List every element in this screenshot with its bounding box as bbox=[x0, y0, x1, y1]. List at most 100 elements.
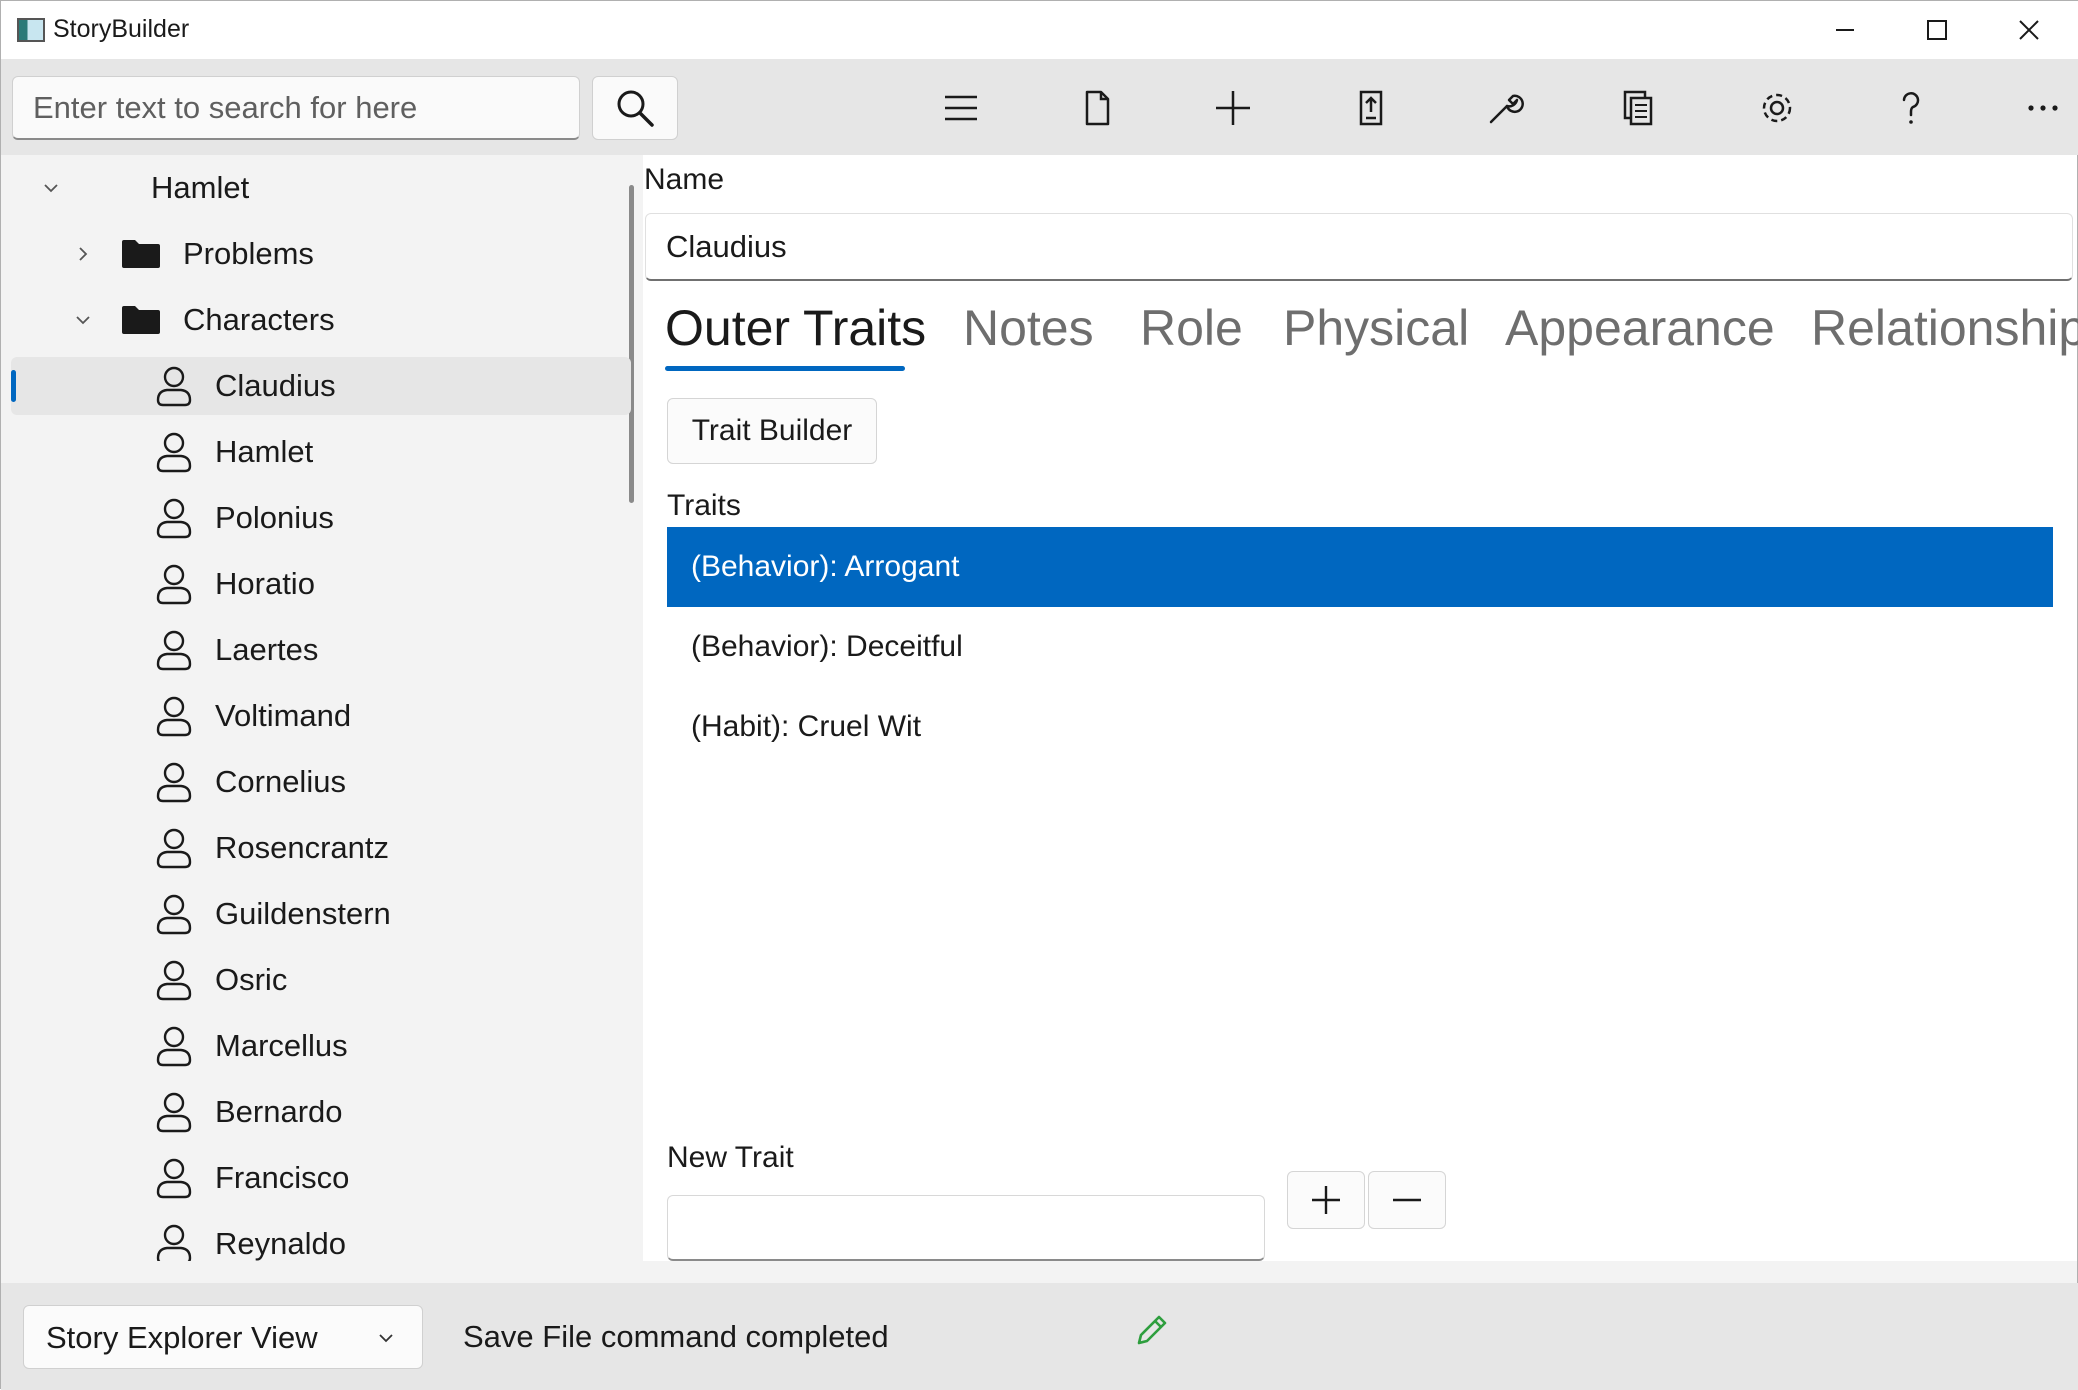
tree-item-label: Claudius bbox=[215, 368, 336, 403]
chevron-right-icon[interactable] bbox=[73, 244, 93, 264]
person-icon bbox=[156, 696, 192, 737]
tab-role[interactable]: Role bbox=[1140, 299, 1243, 357]
tab-notes[interactable]: Notes bbox=[963, 299, 1094, 357]
folder-icon bbox=[122, 306, 160, 334]
tree-item-character[interactable]: Guildenstern bbox=[11, 885, 631, 943]
tab-physical[interactable]: Physical bbox=[1283, 299, 1469, 357]
tab-appearance[interactable]: Appearance bbox=[1505, 299, 1775, 357]
tab-outer-traits[interactable]: Outer Traits bbox=[665, 299, 926, 357]
story-explorer-tree: Hamlet Problems Characters Claudius Haml… bbox=[1, 155, 643, 1261]
new-file-icon bbox=[1085, 90, 1110, 126]
person-icon bbox=[156, 762, 192, 803]
remove-trait-button[interactable] bbox=[1368, 1171, 1446, 1229]
tree-item-character[interactable]: Cornelius bbox=[11, 753, 631, 811]
tree-item-character[interactable]: Bernardo bbox=[11, 1083, 631, 1141]
search-input[interactable] bbox=[12, 76, 580, 140]
window-title: StoryBuilder bbox=[53, 15, 190, 43]
tree-item-label: Rosencrantz bbox=[215, 830, 390, 865]
tree-item-character[interactable]: Rosencrantz bbox=[11, 819, 631, 877]
report-icon bbox=[1623, 90, 1653, 126]
toolbar bbox=[1, 59, 2078, 155]
person-icon bbox=[156, 498, 192, 539]
person-icon bbox=[156, 432, 192, 473]
maximize-icon bbox=[1927, 20, 1947, 40]
trait-builder-button[interactable]: Trait Builder bbox=[667, 398, 877, 464]
tree-item-label: Cornelius bbox=[215, 764, 346, 799]
tree-item-label: Horatio bbox=[215, 566, 315, 601]
person-icon bbox=[156, 630, 192, 671]
chevron-down-icon[interactable] bbox=[41, 178, 61, 198]
person-icon bbox=[156, 960, 192, 1001]
person-icon bbox=[156, 1224, 192, 1261]
person-icon bbox=[156, 564, 192, 605]
tree-item-character[interactable]: Claudius bbox=[11, 357, 631, 415]
move-button[interactable] bbox=[1343, 83, 1399, 133]
new-trait-label: New Trait bbox=[667, 1141, 794, 1174]
minimize-icon bbox=[1836, 29, 1854, 31]
menu-button[interactable] bbox=[933, 83, 989, 133]
add-button[interactable] bbox=[1205, 83, 1261, 133]
tree-item-label: Polonius bbox=[215, 500, 334, 535]
name-field[interactable] bbox=[645, 213, 2073, 281]
help-button[interactable] bbox=[1883, 83, 1939, 133]
person-icon bbox=[156, 1092, 192, 1133]
tree-item-label: Marcellus bbox=[215, 1028, 348, 1063]
selection-indicator bbox=[11, 370, 16, 402]
person-icon bbox=[156, 894, 192, 935]
folder-icon bbox=[122, 240, 160, 268]
tree-item-character[interactable]: Francisco bbox=[11, 1149, 631, 1207]
tree-item-label: Hamlet bbox=[215, 434, 314, 469]
view-selector[interactable]: Story Explorer View bbox=[23, 1305, 423, 1369]
tree-item-label: Osric bbox=[215, 962, 288, 997]
traits-label: Traits bbox=[667, 489, 741, 522]
add-trait-button[interactable] bbox=[1287, 1171, 1365, 1229]
person-icon bbox=[156, 1158, 192, 1199]
settings-button[interactable] bbox=[1749, 83, 1805, 133]
pencil-icon bbox=[1137, 1315, 1167, 1345]
active-tab-indicator bbox=[665, 366, 905, 371]
person-icon bbox=[156, 1026, 192, 1067]
status-message: Save File command completed bbox=[463, 1319, 889, 1354]
search-button[interactable] bbox=[592, 76, 678, 140]
tree-folder-characters[interactable]: Characters bbox=[11, 291, 631, 349]
help-icon bbox=[1902, 92, 1920, 124]
title-bar: StoryBuilder bbox=[1, 1, 2078, 59]
app-logo-icon bbox=[17, 18, 45, 42]
new-trait-field[interactable] bbox=[667, 1195, 1265, 1261]
plus-icon bbox=[1312, 1186, 1340, 1214]
minimize-button[interactable] bbox=[1799, 1, 1891, 59]
menu-icon bbox=[945, 95, 977, 121]
tree-item-label: Laertes bbox=[215, 632, 319, 667]
tree-root-label: Hamlet bbox=[151, 170, 250, 205]
tree-item-character[interactable]: Osric bbox=[11, 951, 631, 1009]
tree-item-character[interactable]: Reynaldo bbox=[11, 1215, 631, 1261]
tree-item-character[interactable]: Marcellus bbox=[11, 1017, 631, 1075]
tree-item-character[interactable]: Horatio bbox=[11, 555, 631, 613]
tools-button[interactable] bbox=[1477, 83, 1533, 133]
maximize-button[interactable] bbox=[1891, 1, 1983, 59]
report-button[interactable] bbox=[1611, 83, 1667, 133]
trait-list-item[interactable]: (Habit): Cruel Wit bbox=[667, 687, 2053, 767]
tree-item-character[interactable]: Hamlet bbox=[11, 423, 631, 481]
person-icon bbox=[156, 366, 192, 407]
tree-item-label: Voltimand bbox=[215, 698, 352, 733]
tree-root-item[interactable]: Hamlet bbox=[11, 159, 631, 217]
move-icon bbox=[1359, 90, 1383, 126]
tree-item-character[interactable]: Voltimand bbox=[11, 687, 631, 745]
close-button[interactable] bbox=[1983, 1, 2075, 59]
chevron-down-icon[interactable] bbox=[73, 310, 93, 330]
tree-folder-problems[interactable]: Problems bbox=[11, 225, 631, 283]
tree-item-character[interactable]: Laertes bbox=[11, 621, 631, 679]
tools-icon bbox=[1489, 94, 1524, 124]
trait-list-item[interactable]: (Behavior): Arrogant bbox=[667, 527, 2053, 607]
tree-folder-label: Problems bbox=[183, 236, 314, 271]
tab-relationship[interactable]: Relationship bbox=[1811, 299, 2078, 357]
tree-item-character[interactable]: Polonius bbox=[11, 489, 631, 547]
more-button[interactable] bbox=[2015, 83, 2071, 133]
character-editor: Name Outer Traits Notes Role Physical Ap… bbox=[643, 155, 2078, 1261]
settings-icon bbox=[1762, 93, 1792, 123]
new-file-button[interactable] bbox=[1069, 83, 1125, 133]
tree-item-label: Bernardo bbox=[215, 1094, 343, 1129]
tree-folder-label: Characters bbox=[183, 302, 335, 337]
trait-list-item[interactable]: (Behavior): Deceitful bbox=[667, 607, 2053, 687]
